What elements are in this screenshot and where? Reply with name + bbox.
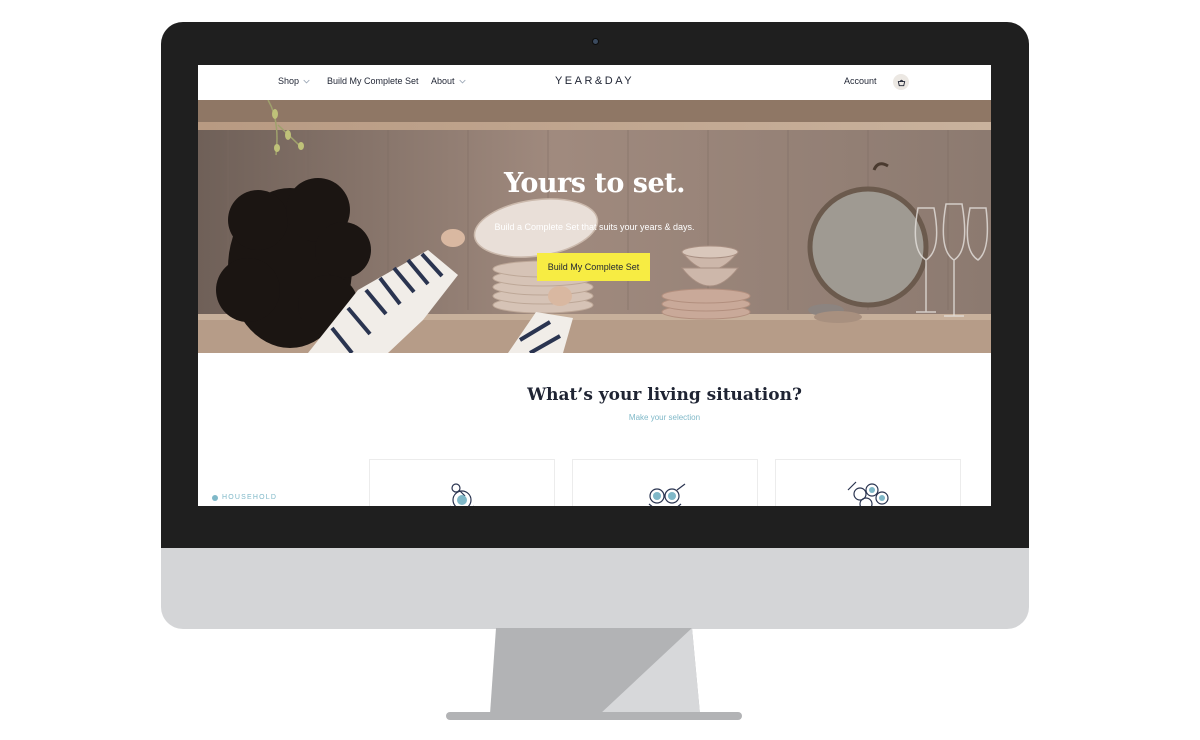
monitor-chin	[161, 548, 1029, 629]
living-situation-title: What’s your living situation?	[527, 385, 802, 405]
household-label: HOUSEHOLD	[222, 494, 278, 501]
step-dot-icon	[212, 494, 218, 501]
webcam	[592, 38, 599, 45]
monitor-stand	[446, 628, 742, 720]
build-set-button[interactable]: Build My Complete Set	[537, 253, 650, 281]
single-diner-icon	[450, 483, 474, 506]
living-option-card[interactable]	[369, 459, 555, 506]
household-step-label: HOUSEHOLD	[212, 494, 277, 501]
family-diners-icon	[847, 481, 889, 506]
living-option-card[interactable]	[572, 459, 758, 506]
cart-button[interactable]	[893, 74, 909, 90]
imac-mockup: Shop Build My Complete Set About YEAR&DA…	[0, 0, 1200, 740]
hero-title: Yours to set.	[503, 168, 686, 199]
couple-diners-icon	[648, 483, 686, 506]
account-link[interactable]: Account	[844, 76, 877, 86]
website-screen: Shop Build My Complete Set About YEAR&DA…	[198, 65, 991, 506]
selection-hint: Make your selection	[628, 413, 701, 422]
top-navigation: Shop Build My Complete Set About YEAR&DA…	[198, 65, 991, 100]
hero-subtitle: Build a Complete Set that suits your yea…	[494, 222, 695, 232]
hero-banner: Yours to set. Build a Complete Set that …	[198, 100, 991, 353]
basket-icon	[897, 79, 905, 86]
living-option-card[interactable]	[775, 459, 961, 506]
